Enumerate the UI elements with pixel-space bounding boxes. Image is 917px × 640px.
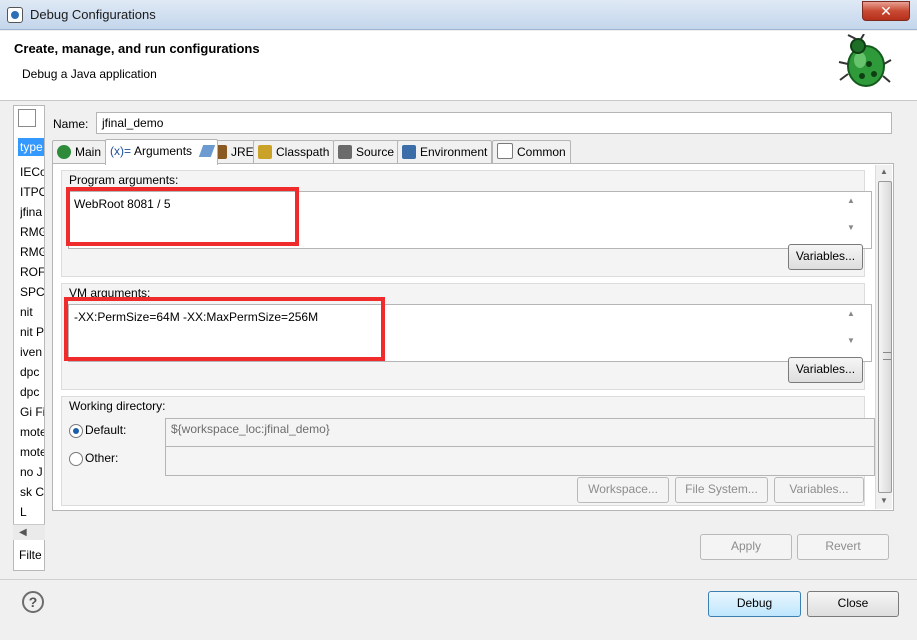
tab-notch-icon [199, 145, 216, 157]
scroll-down-icon[interactable]: ▼ [847, 336, 855, 345]
filter-text-field[interactable]: type [18, 138, 44, 156]
debug-bug-icon [838, 34, 892, 87]
tab-source[interactable]: Source [333, 140, 400, 165]
working-directory-label: Working directory: [69, 399, 166, 413]
working-directory-group: Working directory: Default: ${workspace_… [61, 396, 875, 506]
tree-item[interactable]: ROF [20, 264, 44, 280]
tree-item[interactable]: L [20, 504, 44, 520]
footer-separator [0, 579, 917, 580]
tree-item[interactable]: jfina [20, 204, 44, 220]
help-icon[interactable]: ? [22, 591, 44, 613]
tree-item[interactable]: nit Pl [20, 324, 44, 340]
scroll-down-icon[interactable]: ▼ [880, 496, 888, 505]
tree-item[interactable]: sk Co [20, 484, 44, 500]
tab-environment[interactable]: Environment [397, 140, 493, 165]
tree-item[interactable]: mote [20, 424, 44, 440]
main-icon [57, 145, 71, 159]
working-variables-button[interactable]: Variables... [774, 477, 864, 503]
scroll-down-icon[interactable]: ▼ [847, 223, 855, 232]
app-icon [7, 7, 23, 23]
window-title: Debug Configurations [30, 7, 156, 22]
window-close-button[interactable]: ✕ [862, 1, 910, 21]
file-system-button[interactable]: File System... [675, 477, 768, 503]
scroll-up-icon[interactable]: ▲ [880, 167, 888, 176]
vm-arguments-highlight [64, 297, 385, 361]
tab-common[interactable]: Common [492, 140, 571, 165]
filter-status-label: Filte [19, 548, 42, 562]
vm-arguments-scrollbar[interactable]: ▲ ▼ [844, 306, 859, 348]
program-arguments-scrollbar[interactable]: ▲ ▼ [844, 193, 859, 235]
tree-item[interactable]: no J [20, 464, 44, 480]
tree-item[interactable]: SPC [20, 284, 44, 300]
tree-horizontal-scrollbar[interactable]: ◀ [13, 524, 45, 540]
tree-item[interactable]: Gi Fi [20, 404, 44, 420]
environment-icon [402, 145, 416, 159]
tree-item[interactable]: IECo [20, 164, 44, 180]
program-variables-button[interactable]: Variables... [788, 244, 863, 270]
header-title: Create, manage, and run configurations [14, 41, 260, 56]
apply-button[interactable]: Apply [700, 534, 792, 560]
workspace-button[interactable]: Workspace... [577, 477, 669, 503]
scroll-left-icon[interactable]: ◀ [19, 527, 27, 538]
tab-arguments[interactable]: (x)= Arguments [105, 139, 219, 165]
classpath-icon [258, 145, 272, 159]
name-input[interactable]: jfinal_demo [96, 112, 892, 134]
default-label: Default: [85, 423, 127, 437]
scrollbar-grip-icon [883, 352, 891, 360]
tab-main[interactable]: Main [52, 140, 107, 165]
other-label: Other: [85, 451, 119, 465]
tree-item[interactable]: dpc [20, 384, 44, 400]
arguments-icon: (x)= [110, 144, 131, 158]
default-directory-field: ${workspace_loc:jfinal_demo} [165, 418, 875, 448]
other-directory-field [165, 446, 875, 476]
name-label: Name: [53, 117, 89, 131]
tree-item[interactable]: nit [20, 304, 44, 320]
common-icon [497, 143, 513, 159]
tree-item[interactable]: ITPO [20, 184, 44, 200]
scroll-up-icon[interactable]: ▲ [847, 309, 855, 318]
scroll-up-icon[interactable]: ▲ [847, 196, 855, 205]
scrollbar-thumb[interactable] [878, 181, 892, 493]
program-arguments-label: Program arguments: [69, 173, 179, 187]
close-button[interactable]: Close [807, 591, 899, 617]
tree-item[interactable]: RMG [20, 224, 44, 240]
tree-item[interactable]: RMG [20, 244, 44, 260]
default-radio[interactable] [69, 424, 83, 438]
vm-variables-button[interactable]: Variables... [788, 357, 863, 383]
source-icon [338, 145, 352, 159]
tree-item[interactable]: mote [20, 444, 44, 460]
tab-classpath[interactable]: Classpath [253, 140, 335, 165]
config-tabs: Main (x)= Arguments JRE Classpath Source … [52, 139, 892, 165]
tree-item[interactable]: iven [20, 344, 44, 360]
configuration-tree-panel[interactable]: type IECo ITPO jfina RMG RMG ROF SPC nit… [13, 105, 45, 571]
program-arguments-highlight [66, 187, 299, 246]
panel-vertical-scrollbar[interactable]: ▲ ▼ [875, 165, 892, 509]
debug-button[interactable]: Debug [708, 591, 801, 617]
tree-item[interactable]: dpc [20, 364, 44, 380]
new-configuration-icon[interactable] [18, 109, 36, 127]
header-subtitle: Debug a Java application [22, 67, 157, 81]
other-radio[interactable] [69, 452, 83, 466]
revert-button[interactable]: Revert [797, 534, 889, 560]
